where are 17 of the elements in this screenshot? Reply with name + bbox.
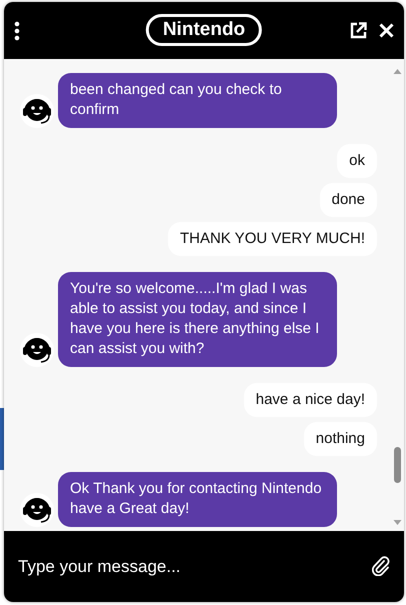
agent-avatar-icon: [20, 94, 54, 128]
user-message: ok: [337, 144, 377, 178]
user-message: have a nice day!: [244, 383, 377, 417]
nintendo-logo: Nintendo: [146, 14, 262, 46]
close-icon[interactable]: [379, 23, 394, 38]
user-message: done: [320, 183, 377, 217]
message-input[interactable]: Type your message...: [4, 531, 404, 602]
agent-message: been changed can you check to confirm: [58, 73, 337, 128]
user-message: nothing: [304, 422, 377, 456]
external-link-icon[interactable]: [350, 22, 367, 39]
agent-avatar-icon: [20, 493, 54, 527]
agent-message: You're so welcome.....I'm glad I was able to assist you today, and since I have you here is there anything else I can assist you with?: [58, 272, 337, 367]
user-message: THANK YOU VERY MUCH!: [168, 222, 377, 256]
menu-icon[interactable]: [14, 20, 20, 40]
paperclip-icon[interactable]: [372, 556, 390, 576]
agent-message: Ok Thank you for contacting Nintendo have a Great day!: [58, 472, 337, 527]
agent-avatar-icon: [20, 333, 54, 367]
